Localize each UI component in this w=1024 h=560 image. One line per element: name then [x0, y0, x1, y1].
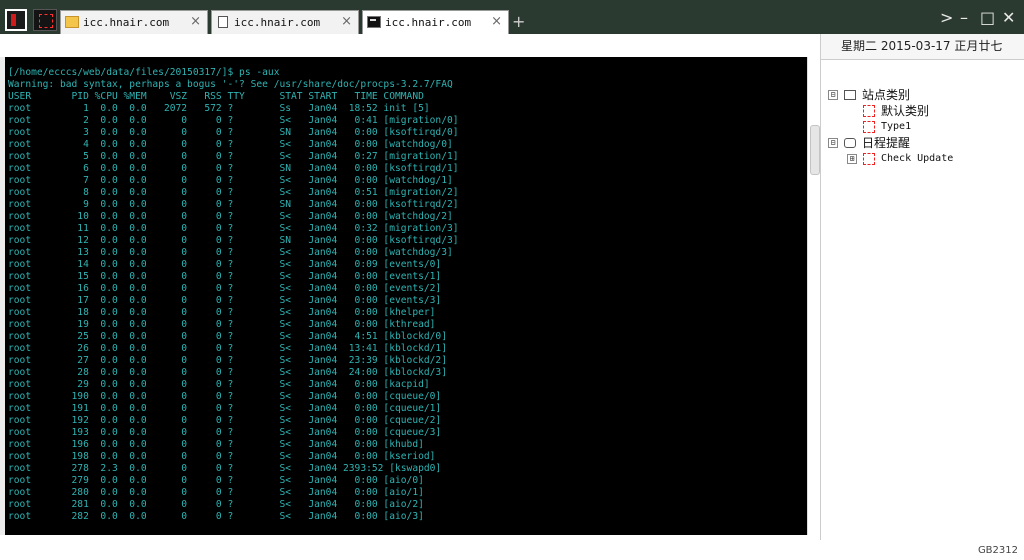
terminal-line: root 17 0.0 0.0 0 0 ? S< Jan04 0:00 [eve…: [8, 295, 442, 306]
terminal-line: root 28 0.0 0.0 0 0 ? S< Jan04 24:00 [kb…: [8, 367, 447, 378]
terminal-line: root 198 0.0 0.0 0 0 ? S< Jan04 0:00 [ks…: [8, 451, 436, 462]
terminal-line: root 5 0.0 0.0 0 0 ? S< Jan04 0:27 [migr…: [8, 151, 459, 162]
terminal-line: root 19 0.0 0.0 0 0 ? S< Jan04 0:00 [kth…: [8, 319, 436, 330]
tab-folder[interactable]: icc.hnair.com ×: [60, 10, 208, 34]
terminal-header-area: [0, 34, 820, 57]
tree-node-site-category[interactable]: 站点类别: [862, 86, 910, 103]
terminal-line: root 190 0.0 0.0 0 0 ? S< Jan04 0:00 [cq…: [8, 391, 442, 402]
terminal-line: Warning: bad syntax, perhaps a bogus '-'…: [8, 79, 453, 90]
collapse-icon[interactable]: ⊟: [828, 90, 838, 100]
tree-node-schedule-reminder[interactable]: 日程提醒: [862, 134, 910, 151]
terminal-line: root 18 0.0 0.0 0 0 ? S< Jan04 0:00 [khe…: [8, 307, 436, 318]
item-icon: [863, 105, 875, 117]
status-bar: GB2312: [820, 540, 1024, 560]
tab-label: icc.hnair.com: [234, 16, 321, 29]
terminal-line: root 16 0.0 0.0 0 0 ? S< Jan04 0:00 [eve…: [8, 283, 442, 294]
terminal-line: root 25 0.0 0.0 0 0 ? S< Jan04 4:51 [kbl…: [8, 331, 447, 342]
close-window-button[interactable]: ✕: [1002, 10, 1015, 26]
new-tab-button[interactable]: +: [512, 12, 525, 31]
screenshot-button[interactable]: [33, 9, 57, 31]
maximize-button[interactable]: □: [980, 10, 995, 26]
encoding-label: GB2312: [977, 545, 1018, 556]
tab-terminal[interactable]: icc.hnair.com ×: [362, 10, 509, 34]
terminal-line: root 2 0.0 0.0 0 0 ? S< Jan04 0:41 [migr…: [8, 115, 459, 126]
terminal-line: root 7 0.0 0.0 0 0 ? S< Jan04 0:00 [watc…: [8, 175, 453, 186]
terminal-line: root 8 0.0 0.0 0 0 ? S< Jan04 0:51 [migr…: [8, 187, 459, 198]
terminal-line: root 281 0.0 0.0 0 0 ? S< Jan04 0:00 [ai…: [8, 499, 424, 510]
reminder-icon: [844, 138, 856, 148]
chevron-right-icon[interactable]: >: [940, 10, 953, 26]
terminal-line: root 3 0.0 0.0 0 0 ? SN Jan04 0:00 [ksof…: [8, 127, 459, 138]
terminal-icon: [367, 16, 381, 28]
terminal-line: root 280 0.0 0.0 0 0 ? S< Jan04 0:00 [ai…: [8, 487, 424, 498]
terminal-text: [/home/ecccs/web/data/files/20150317/]$ …: [5, 57, 807, 523]
page-icon: [218, 16, 228, 28]
tab-page[interactable]: icc.hnair.com ×: [211, 10, 359, 34]
terminal-line: root 12 0.0 0.0 0 0 ? SN Jan04 0:00 [kso…: [8, 235, 459, 246]
category-icon: [844, 90, 856, 100]
title-bar: icc.hnair.com × icc.hnair.com × icc.hnai…: [0, 0, 1024, 34]
date-display: 星期二 2015-03-17 正月廿七: [821, 34, 1024, 60]
close-tab-icon[interactable]: ×: [341, 14, 352, 29]
terminal-footer-area: [0, 535, 820, 560]
terminal-line: root 9 0.0 0.0 0 0 ? SN Jan04 0:00 [ksof…: [8, 199, 459, 210]
collapse-icon[interactable]: ⊟: [828, 138, 838, 148]
app-menu-button[interactable]: [5, 9, 27, 31]
terminal-line: root 11 0.0 0.0 0 0 ? S< Jan04 0:32 [mig…: [8, 223, 459, 234]
scrollbar-thumb[interactable]: [810, 125, 820, 175]
terminal-line: root 27 0.0 0.0 0 0 ? S< Jan04 23:39 [kb…: [8, 355, 447, 366]
terminal-line: root 1 0.0 0.0 2072 572 ? Ss Jan04 18:52…: [8, 103, 430, 114]
close-tab-icon[interactable]: ×: [190, 14, 201, 29]
tree-node-default-category[interactable]: 默认类别: [881, 102, 929, 119]
terminal-line: [/home/ecccs/web/data/files/20150317/]$ …: [8, 67, 280, 78]
terminal-line: root 192 0.0 0.0 0 0 ? S< Jan04 0:00 [cq…: [8, 415, 442, 426]
tab-label: icc.hnair.com: [385, 16, 472, 29]
terminal-line: root 279 0.0 0.0 0 0 ? S< Jan04 0:00 [ai…: [8, 475, 424, 486]
tree-node-check-update[interactable]: Check Update: [881, 153, 953, 164]
terminal-line: root 14 0.0 0.0 0 0 ? S< Jan04 0:09 [eve…: [8, 259, 442, 270]
folder-icon: [65, 16, 79, 28]
terminal-line: root 282 0.0 0.0 0 0 ? S< Jan04 0:00 [ai…: [8, 511, 424, 522]
close-tab-icon[interactable]: ×: [491, 14, 502, 29]
terminal-line: root 193 0.0 0.0 0 0 ? S< Jan04 0:00 [cq…: [8, 427, 442, 438]
terminal-line: root 26 0.0 0.0 0 0 ? S< Jan04 13:41 [kb…: [8, 343, 447, 354]
terminal-line: root 196 0.0 0.0 0 0 ? S< Jan04 0:00 [kh…: [8, 439, 424, 450]
tab-label: icc.hnair.com: [83, 16, 170, 29]
terminal-line: root 6 0.0 0.0 0 0 ? SN Jan04 0:00 [ksof…: [8, 163, 459, 174]
terminal-line: root 10 0.0 0.0 0 0 ? S< Jan04 0:00 [wat…: [8, 211, 453, 222]
item-icon: [863, 153, 875, 165]
sidebar: 星期二 2015-03-17 正月廿七 ⊟ 站点类别 默认类别 Type1 ⊟ …: [820, 34, 1024, 540]
terminal-line: root 13 0.0 0.0 0 0 ? S< Jan04 0:00 [wat…: [8, 247, 453, 258]
expand-icon[interactable]: ⊞: [847, 154, 857, 164]
tree-node-type1[interactable]: Type1: [881, 121, 911, 132]
terminal-line: root 278 2.3 0.0 0 0 ? S< Jan04 2393:52 …: [8, 463, 442, 474]
terminal-line: root 15 0.0 0.0 0 0 ? S< Jan04 0:00 [eve…: [8, 271, 442, 282]
terminal-line: root 29 0.0 0.0 0 0 ? S< Jan04 0:00 [kac…: [8, 379, 430, 390]
terminal-output[interactable]: [/home/ecccs/web/data/files/20150317/]$ …: [5, 57, 807, 535]
scrollbar[interactable]: [807, 57, 820, 535]
terminal-line: root 4 0.0 0.0 0 0 ? S< Jan04 0:00 [watc…: [8, 139, 453, 150]
minimize-button[interactable]: –: [960, 10, 968, 26]
terminal-line: root 191 0.0 0.0 0 0 ? S< Jan04 0:00 [cq…: [8, 403, 442, 414]
terminal-line: USER PID %CPU %MEM VSZ RSS TTY STAT STAR…: [8, 91, 424, 102]
item-icon: [863, 121, 875, 133]
